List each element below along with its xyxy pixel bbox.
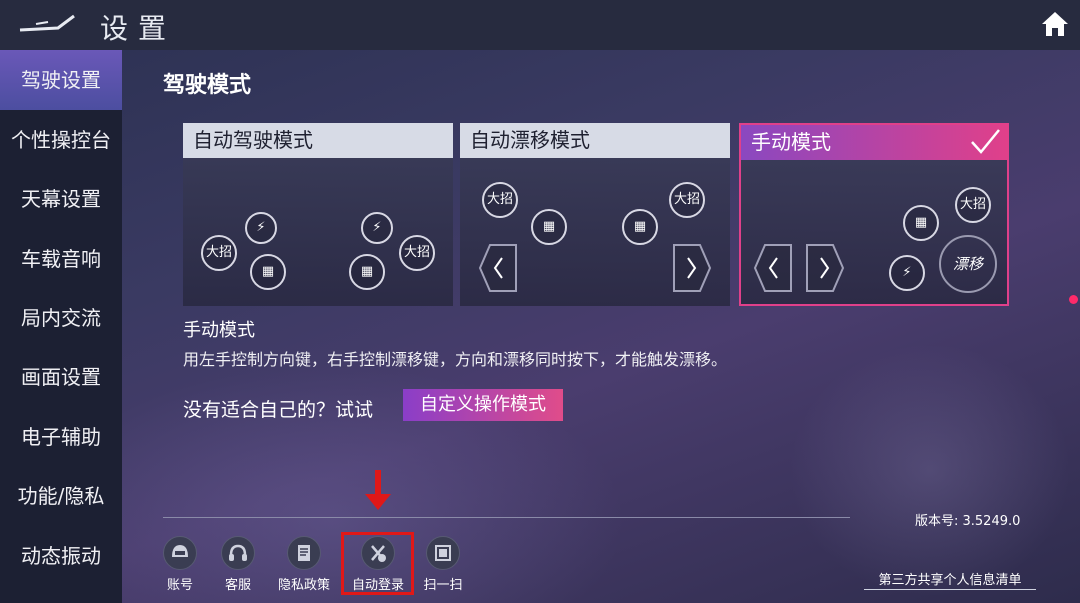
nitro-icon: ⚡ (245, 212, 277, 244)
drift-button: 漂移 (939, 235, 997, 293)
highlight-box-annotation (341, 532, 414, 595)
ultimate-button: 大招 (201, 235, 237, 271)
page-title: 设置 (100, 12, 177, 45)
nitro-boost-icon: ▦ (349, 254, 385, 290)
left-arrow-icon (753, 244, 792, 292)
sidebar-item-sky[interactable]: 天幕设置 (0, 169, 122, 229)
left-arrow-icon (478, 244, 517, 292)
nitro-boost-icon: ▦ (531, 209, 567, 245)
sidebar-item-assist[interactable]: 电子辅助 (0, 407, 122, 467)
nitro-icon: ⚡ (889, 255, 925, 291)
right-arrow-icon (806, 244, 845, 292)
red-arrow-annotation-icon (365, 470, 391, 510)
account-button[interactable]: 账号 (150, 536, 210, 593)
sidebar: 驾驶设置 个性操控台 天幕设置 车载音响 局内交流 画面设置 电子辅助 功能/隐… (0, 50, 122, 603)
third-party-info-link[interactable]: 第三方共享个人信息清单 (864, 569, 1036, 590)
version-label: 版本号: 3.5249.0 (915, 514, 1021, 529)
nitro-boost-icon: ▦ (903, 205, 939, 241)
mode-card-label: 自动漂移模式 (460, 123, 730, 158)
mode-card-auto-drive[interactable]: 自动驾驶模式 ⚡ 大招 ▦ ⚡ 大招 ▦ (183, 123, 453, 306)
nitro-boost-icon: ▦ (622, 209, 658, 245)
sidebar-item-console[interactable]: 个性操控台 (0, 110, 122, 170)
mode-card-manual[interactable]: 手动模式 大招 ▦ ⚡ 漂移 (739, 123, 1009, 306)
home-icon[interactable] (1040, 10, 1070, 38)
headset-icon (221, 536, 255, 570)
try-prompt: 没有适合自己的？试试 (183, 399, 374, 421)
nitro-boost-icon: ▦ (250, 254, 286, 290)
brand-logo-icon (19, 14, 75, 32)
ultimate-button: 大招 (669, 182, 705, 218)
sidebar-item-privacy[interactable]: 功能/隐私 (0, 466, 122, 526)
notification-dot (1069, 295, 1078, 304)
divider (163, 517, 850, 518)
sidebar-item-audio[interactable]: 车载音响 (0, 229, 122, 289)
sidebar-item-chat[interactable]: 局内交流 (0, 288, 122, 348)
sidebar-item-graphics[interactable]: 画面设置 (0, 347, 122, 407)
custom-mode-button[interactable]: 自定义操作模式 (403, 389, 563, 421)
ultimate-button: 大招 (955, 187, 991, 223)
right-arrow-icon (673, 244, 712, 292)
check-icon (971, 129, 1000, 154)
nitro-icon: ⚡ (361, 212, 393, 244)
privacy-policy-label: 隐私政策 (277, 578, 330, 593)
ultimate-button: 大招 (399, 235, 435, 271)
selected-mode-description: 用左手控制方向键，右手控制漂移键，方向和漂移同时按下，才能触发漂移。 (183, 350, 728, 369)
selected-mode-name: 手动模式 (183, 320, 255, 341)
sidebar-item-vibration[interactable]: 动态振动 (0, 526, 122, 586)
document-icon (287, 536, 321, 570)
ultimate-button: 大招 (482, 182, 518, 218)
sidebar-item-driving[interactable]: 驾驶设置 (0, 50, 122, 110)
top-bar: 设置 (0, 0, 1080, 50)
scan-icon (426, 536, 460, 570)
support-label: 客服 (224, 578, 251, 593)
section-title: 驾驶模式 (163, 73, 252, 98)
mode-card-label: 手动模式 (741, 125, 1007, 160)
support-button[interactable]: 客服 (208, 536, 268, 593)
mode-card-label: 自动驾驶模式 (183, 123, 453, 158)
scan-button[interactable]: 扫一扫 (413, 536, 473, 593)
privacy-policy-button[interactable]: 隐私政策 (274, 536, 334, 593)
mode-card-auto-drift[interactable]: 自动漂移模式 大招 ▦ ▦ 大招 (460, 123, 730, 306)
account-label: 账号 (166, 578, 193, 593)
scan-label: 扫一扫 (423, 578, 463, 593)
helmet-icon (163, 536, 197, 570)
